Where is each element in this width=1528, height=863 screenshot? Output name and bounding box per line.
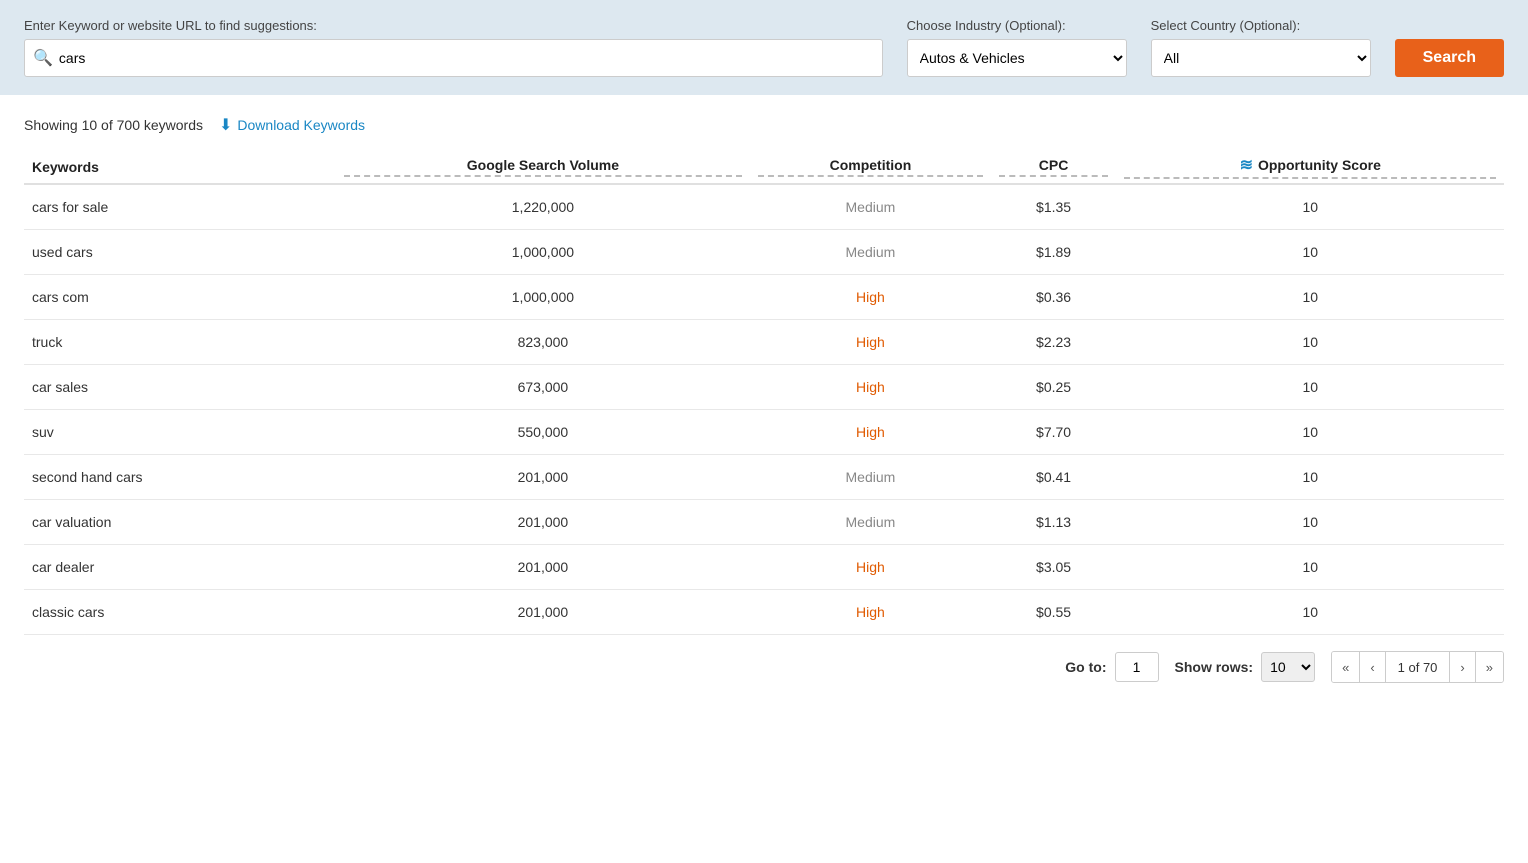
- industry-label: Choose Industry (Optional):: [907, 18, 1127, 33]
- keyword-input-wrap: 🔍: [24, 39, 883, 77]
- cell-competition: High: [750, 545, 991, 590]
- cell-keyword: truck: [24, 320, 336, 365]
- country-label: Select Country (Optional):: [1151, 18, 1371, 33]
- page-info: 1 of 70: [1386, 652, 1451, 682]
- cell-volume: 823,000: [336, 320, 750, 365]
- showrows-label: Show rows:: [1175, 659, 1254, 675]
- keyword-input[interactable]: [53, 50, 874, 66]
- download-keywords-link[interactable]: ⬇ Download Keywords: [219, 115, 365, 135]
- cell-cpc: $0.25: [991, 365, 1117, 410]
- keywords-table-wrap: Keywords Google Search Volume Competitio…: [0, 145, 1528, 635]
- cell-volume: 1,220,000: [336, 184, 750, 230]
- pagination-controls: « ‹ 1 of 70 › »: [1331, 651, 1504, 683]
- cell-volume: 201,000: [336, 500, 750, 545]
- cell-cpc: $7.70: [991, 410, 1117, 455]
- cell-competition: High: [750, 365, 991, 410]
- keyword-section: Enter Keyword or website URL to find sug…: [24, 18, 883, 77]
- table-row: cars for sale 1,220,000 Medium $1.35 10: [24, 184, 1504, 230]
- country-section: Select Country (Optional): All United St…: [1151, 18, 1371, 77]
- goto-section: Go to:: [1065, 652, 1158, 682]
- results-header: Showing 10 of 700 keywords ⬇ Download Ke…: [0, 95, 1528, 145]
- cell-competition: High: [750, 590, 991, 635]
- cell-volume: 201,000: [336, 455, 750, 500]
- cell-keyword: cars for sale: [24, 184, 336, 230]
- search-bar: Enter Keyword or website URL to find sug…: [0, 0, 1528, 95]
- cell-volume: 673,000: [336, 365, 750, 410]
- cell-cpc: $3.05: [991, 545, 1117, 590]
- cell-competition: Medium: [750, 184, 991, 230]
- table-row: cars com 1,000,000 High $0.36 10: [24, 275, 1504, 320]
- search-button[interactable]: Search: [1395, 39, 1504, 77]
- cell-opportunity: 10: [1116, 365, 1504, 410]
- cell-opportunity: 10: [1116, 455, 1504, 500]
- pagination-row: Go to: Show rows: 10 25 50 100 « ‹ 1 of …: [0, 635, 1528, 699]
- table-row: car dealer 201,000 High $3.05 10: [24, 545, 1504, 590]
- cell-keyword: classic cars: [24, 590, 336, 635]
- cell-competition: High: [750, 320, 991, 365]
- opportunity-icon: ≋: [1240, 155, 1253, 175]
- col-cpc: CPC: [991, 145, 1117, 184]
- keywords-table: Keywords Google Search Volume Competitio…: [24, 145, 1504, 635]
- showrows-select[interactable]: 10 25 50 100: [1261, 652, 1315, 682]
- cell-cpc: $1.89: [991, 230, 1117, 275]
- cell-volume: 201,000: [336, 590, 750, 635]
- col-competition: Competition: [750, 145, 991, 184]
- cell-volume: 1,000,000: [336, 275, 750, 320]
- goto-input[interactable]: [1115, 652, 1159, 682]
- cell-keyword: used cars: [24, 230, 336, 275]
- cell-opportunity: 10: [1116, 230, 1504, 275]
- cell-keyword: cars com: [24, 275, 336, 320]
- cell-keyword: suv: [24, 410, 336, 455]
- cell-cpc: $2.23: [991, 320, 1117, 365]
- table-row: truck 823,000 High $2.23 10: [24, 320, 1504, 365]
- col-opportunity: ≋ Opportunity Score: [1116, 145, 1504, 184]
- cell-keyword: car valuation: [24, 500, 336, 545]
- cell-opportunity: 10: [1116, 410, 1504, 455]
- cell-competition: Medium: [750, 500, 991, 545]
- cell-opportunity: 10: [1116, 545, 1504, 590]
- cell-opportunity: 10: [1116, 275, 1504, 320]
- cell-volume: 1,000,000: [336, 230, 750, 275]
- next-page-button[interactable]: ›: [1450, 652, 1475, 682]
- cell-opportunity: 10: [1116, 184, 1504, 230]
- download-icon: ⬇: [219, 115, 232, 135]
- cell-keyword: car dealer: [24, 545, 336, 590]
- country-select[interactable]: All United States United Kingdom Canada …: [1151, 39, 1371, 77]
- col-volume: Google Search Volume: [336, 145, 750, 184]
- industry-section: Choose Industry (Optional): Autos & Vehi…: [907, 18, 1127, 77]
- cell-volume: 550,000: [336, 410, 750, 455]
- cell-competition: Medium: [750, 455, 991, 500]
- cell-competition: High: [750, 275, 991, 320]
- table-row: car valuation 201,000 Medium $1.13 10: [24, 500, 1504, 545]
- cell-cpc: $1.13: [991, 500, 1117, 545]
- table-row: classic cars 201,000 High $0.55 10: [24, 590, 1504, 635]
- table-row: suv 550,000 High $7.70 10: [24, 410, 1504, 455]
- industry-select[interactable]: Autos & Vehicles All Industries Business…: [907, 39, 1127, 77]
- cell-cpc: $0.36: [991, 275, 1117, 320]
- keyword-label: Enter Keyword or website URL to find sug…: [24, 18, 883, 33]
- goto-label: Go to:: [1065, 659, 1106, 675]
- cell-opportunity: 10: [1116, 590, 1504, 635]
- showrows-section: Show rows: 10 25 50 100: [1175, 652, 1316, 682]
- cell-volume: 201,000: [336, 545, 750, 590]
- search-icon: 🔍: [33, 48, 53, 68]
- cell-keyword: second hand cars: [24, 455, 336, 500]
- cell-competition: Medium: [750, 230, 991, 275]
- cell-cpc: $0.41: [991, 455, 1117, 500]
- table-row: used cars 1,000,000 Medium $1.89 10: [24, 230, 1504, 275]
- cell-competition: High: [750, 410, 991, 455]
- showing-text: Showing 10 of 700 keywords: [24, 117, 203, 133]
- download-label: Download Keywords: [237, 117, 365, 133]
- col-keywords: Keywords: [24, 145, 336, 184]
- cell-opportunity: 10: [1116, 500, 1504, 545]
- cell-cpc: $0.55: [991, 590, 1117, 635]
- cell-cpc: $1.35: [991, 184, 1117, 230]
- cell-keyword: car sales: [24, 365, 336, 410]
- first-page-button[interactable]: «: [1332, 652, 1360, 682]
- cell-opportunity: 10: [1116, 320, 1504, 365]
- last-page-button[interactable]: »: [1476, 652, 1503, 682]
- table-row: second hand cars 201,000 Medium $0.41 10: [24, 455, 1504, 500]
- prev-page-button[interactable]: ‹: [1360, 652, 1385, 682]
- table-row: car sales 673,000 High $0.25 10: [24, 365, 1504, 410]
